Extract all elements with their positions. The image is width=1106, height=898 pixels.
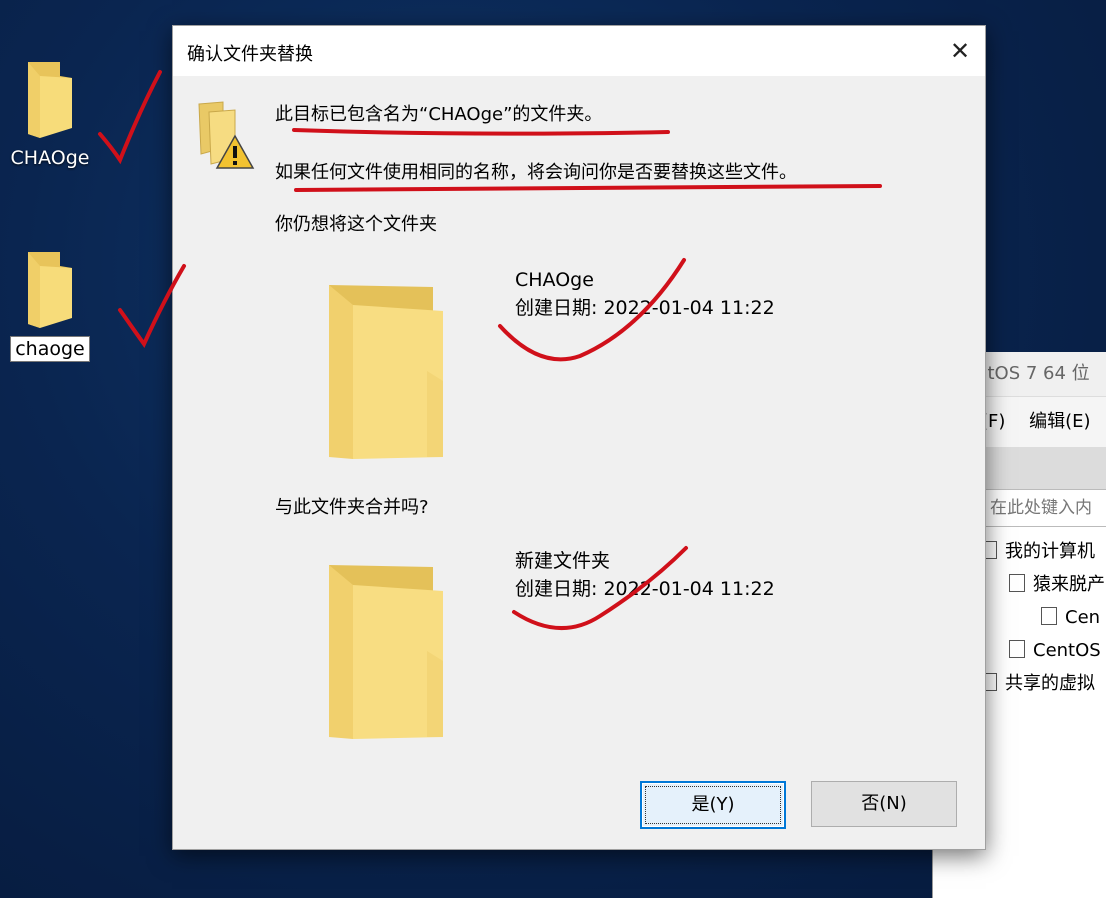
confirm-folder-replace-dialog: 确认文件夹替换 ✕ 此目标已包含名为“CHAOge”的文件夹。 如果任何文件使用… <box>172 25 986 850</box>
source-folder-name: 新建文件夹 <box>515 550 611 572</box>
warning-folder-icon <box>198 101 255 169</box>
target-folder-info[interactable]: CHAOge 创建日期: 2022-01-04 11:22 <box>515 266 775 322</box>
library-search-input[interactable]: 在此处键入内 <box>985 489 1106 527</box>
target-folder-name: CHAOge <box>515 269 594 291</box>
message-line-2: 如果任何文件使用相同的名称，将会询问你是否要替换这些文件。 <box>275 162 797 183</box>
desktop-icon-chaoge-lower[interactable]: chaoge <box>0 246 100 362</box>
vm-folder-icon <box>1009 574 1025 592</box>
yes-button[interactable]: 是(Y) <box>640 781 786 829</box>
target-folder-icon[interactable] <box>323 281 448 461</box>
desktop-icon-label: CHAOge <box>10 147 90 169</box>
checkmark-annotation <box>98 70 162 165</box>
folder-icon <box>28 62 72 138</box>
dialog-titlebar: 确认文件夹替换 ✕ <box>173 26 985 76</box>
menu-edit[interactable]: 编辑(E) <box>1029 411 1090 432</box>
tree-item-label: 猿来脱产 <box>1033 574 1105 595</box>
tree-item-label: Cen <box>1065 607 1101 628</box>
vm-icon <box>1009 640 1025 658</box>
desktop-icon-label[interactable]: chaoge <box>10 336 90 362</box>
tree-item-label: 我的计算机 <box>1005 541 1095 562</box>
desktop-icon-chaoge-upper[interactable]: CHAOge <box>0 56 100 170</box>
tree-item-label: 共享的虚拟 <box>1005 673 1095 694</box>
no-button[interactable]: 否(N) <box>811 781 957 827</box>
source-folder-icon[interactable] <box>323 561 448 741</box>
source-folder-created: 创建日期: 2022-01-04 11:22 <box>515 578 775 600</box>
close-button[interactable]: ✕ <box>935 26 985 76</box>
prompt-merge: 与此文件夹合并吗? <box>275 497 429 518</box>
prompt-replace: 你仍想将这个文件夹 <box>275 214 437 235</box>
tree-item-label: CentOS <box>1033 640 1101 661</box>
target-folder-created: 创建日期: 2022-01-04 11:22 <box>515 297 775 319</box>
message-line-1: 此目标已包含名为“CHAOge”的文件夹。 <box>275 104 603 125</box>
vm-icon <box>1041 607 1057 625</box>
folder-icon <box>28 252 72 328</box>
source-folder-info[interactable]: 新建文件夹 创建日期: 2022-01-04 11:22 <box>515 547 775 603</box>
dialog-title: 确认文件夹替换 <box>187 44 313 65</box>
